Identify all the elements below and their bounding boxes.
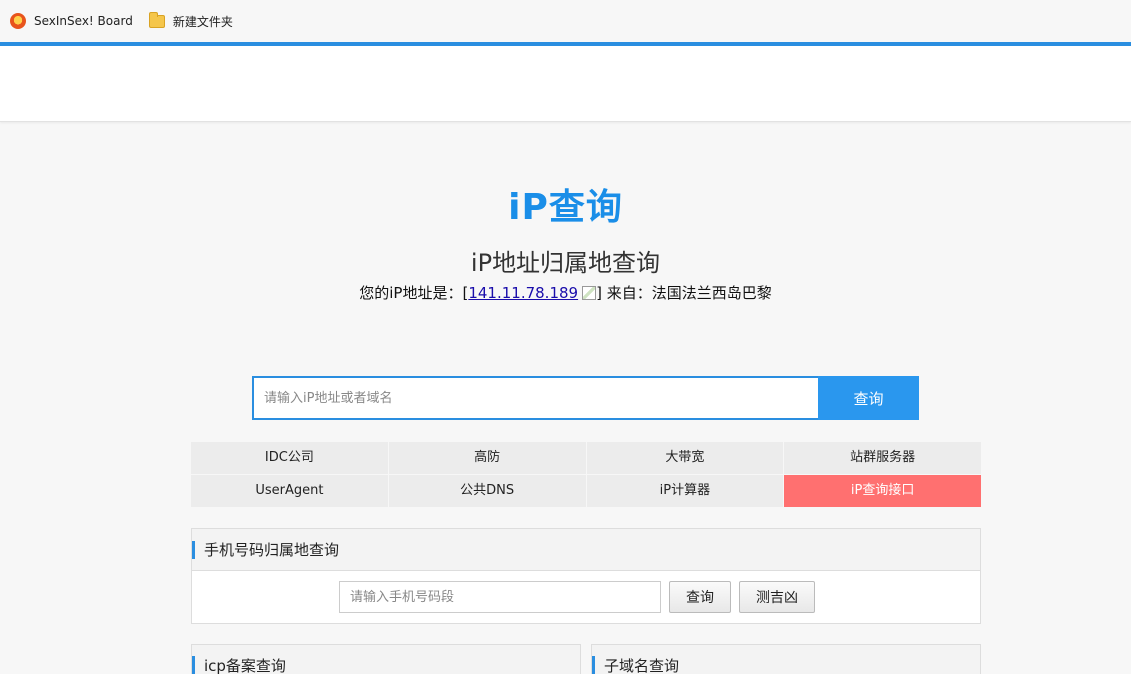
- phone-lookup-panel: 手机号码归属地查询 查询 测吉凶: [191, 528, 981, 624]
- site-favicon-icon: [10, 13, 26, 29]
- link-idc-company[interactable]: IDC公司: [191, 442, 388, 474]
- ip-search-form: 查询: [252, 376, 919, 420]
- phone-query-button[interactable]: 查询: [669, 581, 731, 613]
- phone-form: 查询 测吉凶: [339, 581, 815, 613]
- ip-location: ] 来自：法国法兰西岛巴黎: [596, 284, 772, 302]
- page-subtitle: iP地址归属地查询: [470, 249, 661, 277]
- link-ip-query-api[interactable]: iP查询接口: [784, 475, 981, 507]
- link-ip-calculator[interactable]: iP计算器: [586, 475, 784, 507]
- bookmark-label: SexInSex! Board: [34, 14, 133, 28]
- ip-prefix: 您的iP地址是：[: [359, 284, 469, 302]
- bookmark-label: 新建文件夹: [172, 14, 233, 29]
- panel-title: 子域名查询: [604, 656, 680, 674]
- phone-input[interactable]: [339, 581, 661, 613]
- panel-header: 手机号码归属地查询: [192, 529, 980, 571]
- broken-image-icon: [582, 286, 597, 300]
- panel-accent-bar: [592, 656, 595, 674]
- link-station-group-server[interactable]: 站群服务器: [784, 442, 981, 474]
- bookmark-sexinsex[interactable]: SexInSex! Board: [10, 13, 133, 29]
- folder-icon: [148, 11, 165, 28]
- ip-search-input[interactable]: [252, 376, 818, 420]
- link-high-defense[interactable]: 高防: [388, 442, 586, 474]
- subdomain-panel: 子域名查询: [591, 644, 981, 674]
- panel-title: 手机号码归属地查询: [204, 541, 340, 559]
- panel-accent-bar: [192, 656, 195, 674]
- link-public-dns[interactable]: 公共DNS: [388, 475, 586, 507]
- panel-accent-bar: [192, 540, 195, 559]
- link-useragent[interactable]: UserAgent: [191, 475, 388, 507]
- site-header: [0, 46, 1131, 122]
- panel-header: icp备案查询: [192, 645, 580, 674]
- ip-search-button[interactable]: 查询: [818, 376, 919, 420]
- quick-links-grid: IDC公司 高防 大带宽 站群服务器 UserAgent 公共DNS iP计算器…: [191, 442, 981, 507]
- your-ip-line: 您的iP地址是：[141.11.78.189 ] 来自：法国法兰西岛巴黎: [0, 282, 1131, 303]
- bookmarks-bar: SexInSex! Board 新建文件夹: [0, 0, 1131, 42]
- bookmark-new-folder[interactable]: 新建文件夹: [148, 11, 233, 30]
- icp-panel: icp备案查询: [191, 644, 581, 674]
- ip-address-link[interactable]: 141.11.78.189: [468, 284, 578, 302]
- fortune-button[interactable]: 测吉凶: [739, 581, 815, 613]
- panel-header: 子域名查询: [592, 645, 980, 674]
- link-big-bandwidth[interactable]: 大带宽: [586, 442, 784, 474]
- panel-title: icp备案查询: [204, 656, 286, 674]
- site-logo[interactable]: iP查询: [0, 178, 1131, 230]
